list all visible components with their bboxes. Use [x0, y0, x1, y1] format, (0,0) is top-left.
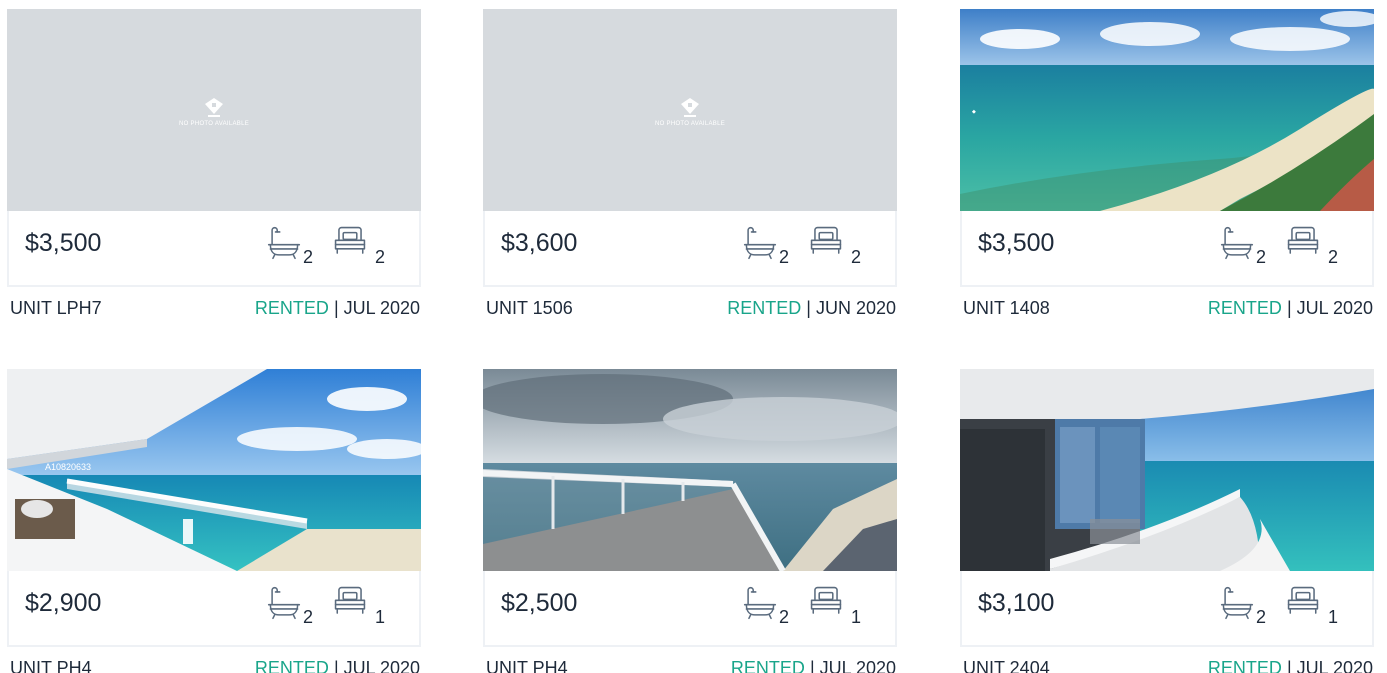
bath-count: 2: [779, 247, 790, 267]
listing-price: $2,900: [25, 589, 102, 617]
status-badge: RENTED: [1207, 298, 1282, 318]
listing-photo[interactable]: ◆: [960, 9, 1374, 211]
bed-count: 1: [375, 607, 386, 627]
listing-info: $3,100 2 1: [960, 571, 1374, 647]
amenities: 2 2: [743, 221, 883, 271]
status-badge: RENTED: [1207, 658, 1282, 673]
bath-count: 2: [1256, 247, 1267, 267]
listing-price: $2,500: [501, 589, 578, 617]
amenities: 2 1: [743, 581, 883, 631]
rental-status: RENTED | JUL 2020: [255, 298, 420, 319]
listing-meta: UNIT 1408 RENTED | JUL 2020: [963, 298, 1373, 322]
cloudy-ocean-photo: [483, 369, 897, 571]
rented-date: | JUL 2020: [333, 658, 420, 673]
no-photo-icon: [205, 98, 223, 117]
bathtub-icon: [267, 225, 301, 261]
no-photo-text: NO PHOTO AVAILABLE: [654, 121, 726, 127]
bath-count: 2: [303, 607, 314, 627]
listing-info: $3,500 2 2: [7, 211, 421, 287]
unit-number[interactable]: UNIT PH4: [486, 658, 568, 673]
listing-price: $3,600: [501, 229, 578, 257]
curved-balcony-photo: [960, 369, 1374, 571]
unit-number[interactable]: UNIT LPH7: [10, 298, 102, 319]
listing-price: $3,100: [978, 589, 1055, 617]
listing-photo-placeholder[interactable]: NO PHOTO AVAILABLE: [7, 9, 421, 211]
rented-date: | JUL 2020: [1286, 298, 1373, 318]
listing-info: $3,500 2 2: [960, 211, 1374, 287]
unit-number[interactable]: UNIT 2404: [963, 658, 1050, 673]
bathtub-icon: [267, 585, 301, 621]
rented-date: | JUL 2020: [1286, 658, 1373, 673]
bed-count: 2: [1328, 247, 1339, 267]
rented-date: | JUL 2020: [809, 658, 896, 673]
bath-count: 2: [1256, 607, 1267, 627]
unit-number[interactable]: UNIT 1506: [486, 298, 573, 319]
photo-watermark: A10820633: [45, 462, 91, 472]
listing-info: $2,900 2 1: [7, 571, 421, 647]
bed-icon: [333, 225, 367, 259]
rental-status: RENTED | JUN 2020: [727, 298, 896, 319]
bathtub-icon: [1220, 225, 1254, 261]
bed-count: 1: [1328, 607, 1339, 627]
rented-date: | JUL 2020: [333, 298, 420, 318]
bed-icon: [1286, 585, 1320, 619]
listing-photo[interactable]: A10820633: [7, 369, 421, 571]
no-photo-text: NO PHOTO AVAILABLE: [178, 121, 250, 127]
listing-meta: UNIT 2404 RENTED | JUL 2020: [963, 658, 1373, 673]
bed-count: 1: [851, 607, 862, 627]
bathtub-icon: [743, 585, 777, 621]
status-badge: RENTED: [730, 658, 805, 673]
status-badge: RENTED: [727, 298, 802, 318]
amenities: 2 1: [1220, 581, 1360, 631]
listing-info: $2,500 2 1: [483, 571, 897, 647]
bathtub-icon: [743, 225, 777, 261]
bed-icon: [809, 585, 843, 619]
status-badge: RENTED: [254, 658, 329, 673]
bath-count: 2: [779, 607, 790, 627]
status-badge: RENTED: [254, 298, 329, 318]
bed-icon: [809, 225, 843, 259]
listing-photo[interactable]: [960, 369, 1374, 571]
rented-date: | JUN 2020: [806, 298, 896, 318]
listing-price: $3,500: [978, 229, 1055, 257]
listing-info: $3,600 2 2: [483, 211, 897, 287]
listing-meta: UNIT PH4 RENTED | JUL 2020: [486, 658, 896, 673]
listing-price: $3,500: [25, 229, 102, 257]
bathtub-icon: [1220, 585, 1254, 621]
bed-count: 2: [851, 247, 862, 267]
no-photo-icon: [681, 98, 699, 117]
listing-photo-placeholder[interactable]: NO PHOTO AVAILABLE: [483, 9, 897, 211]
amenities: 2 2: [1220, 221, 1360, 271]
unit-number[interactable]: UNIT PH4: [10, 658, 92, 673]
rental-status: RENTED | JUL 2020: [731, 658, 896, 673]
bed-icon: [333, 585, 367, 619]
listing-meta: UNIT PH4 RENTED | JUL 2020: [10, 658, 420, 673]
photo-watermark: ◆: [972, 109, 976, 115]
bed-count: 2: [375, 247, 386, 267]
listing-meta: UNIT LPH7 RENTED | JUL 2020: [10, 298, 420, 322]
bed-icon: [1286, 225, 1320, 259]
unit-number[interactable]: UNIT 1408: [963, 298, 1050, 319]
amenities: 2 1: [267, 581, 407, 631]
rental-status: RENTED | JUL 2020: [1208, 658, 1373, 673]
listing-photo[interactable]: [483, 369, 897, 571]
bath-count: 2: [303, 247, 314, 267]
rental-status: RENTED | JUL 2020: [1208, 298, 1373, 319]
balcony-ocean-photo: A10820633: [7, 369, 421, 571]
listing-meta: UNIT 1506 RENTED | JUN 2020: [486, 298, 896, 322]
rental-status: RENTED | JUL 2020: [255, 658, 420, 673]
amenities: 2 2: [267, 221, 407, 271]
aerial-beach-photo: ◆: [960, 9, 1374, 211]
